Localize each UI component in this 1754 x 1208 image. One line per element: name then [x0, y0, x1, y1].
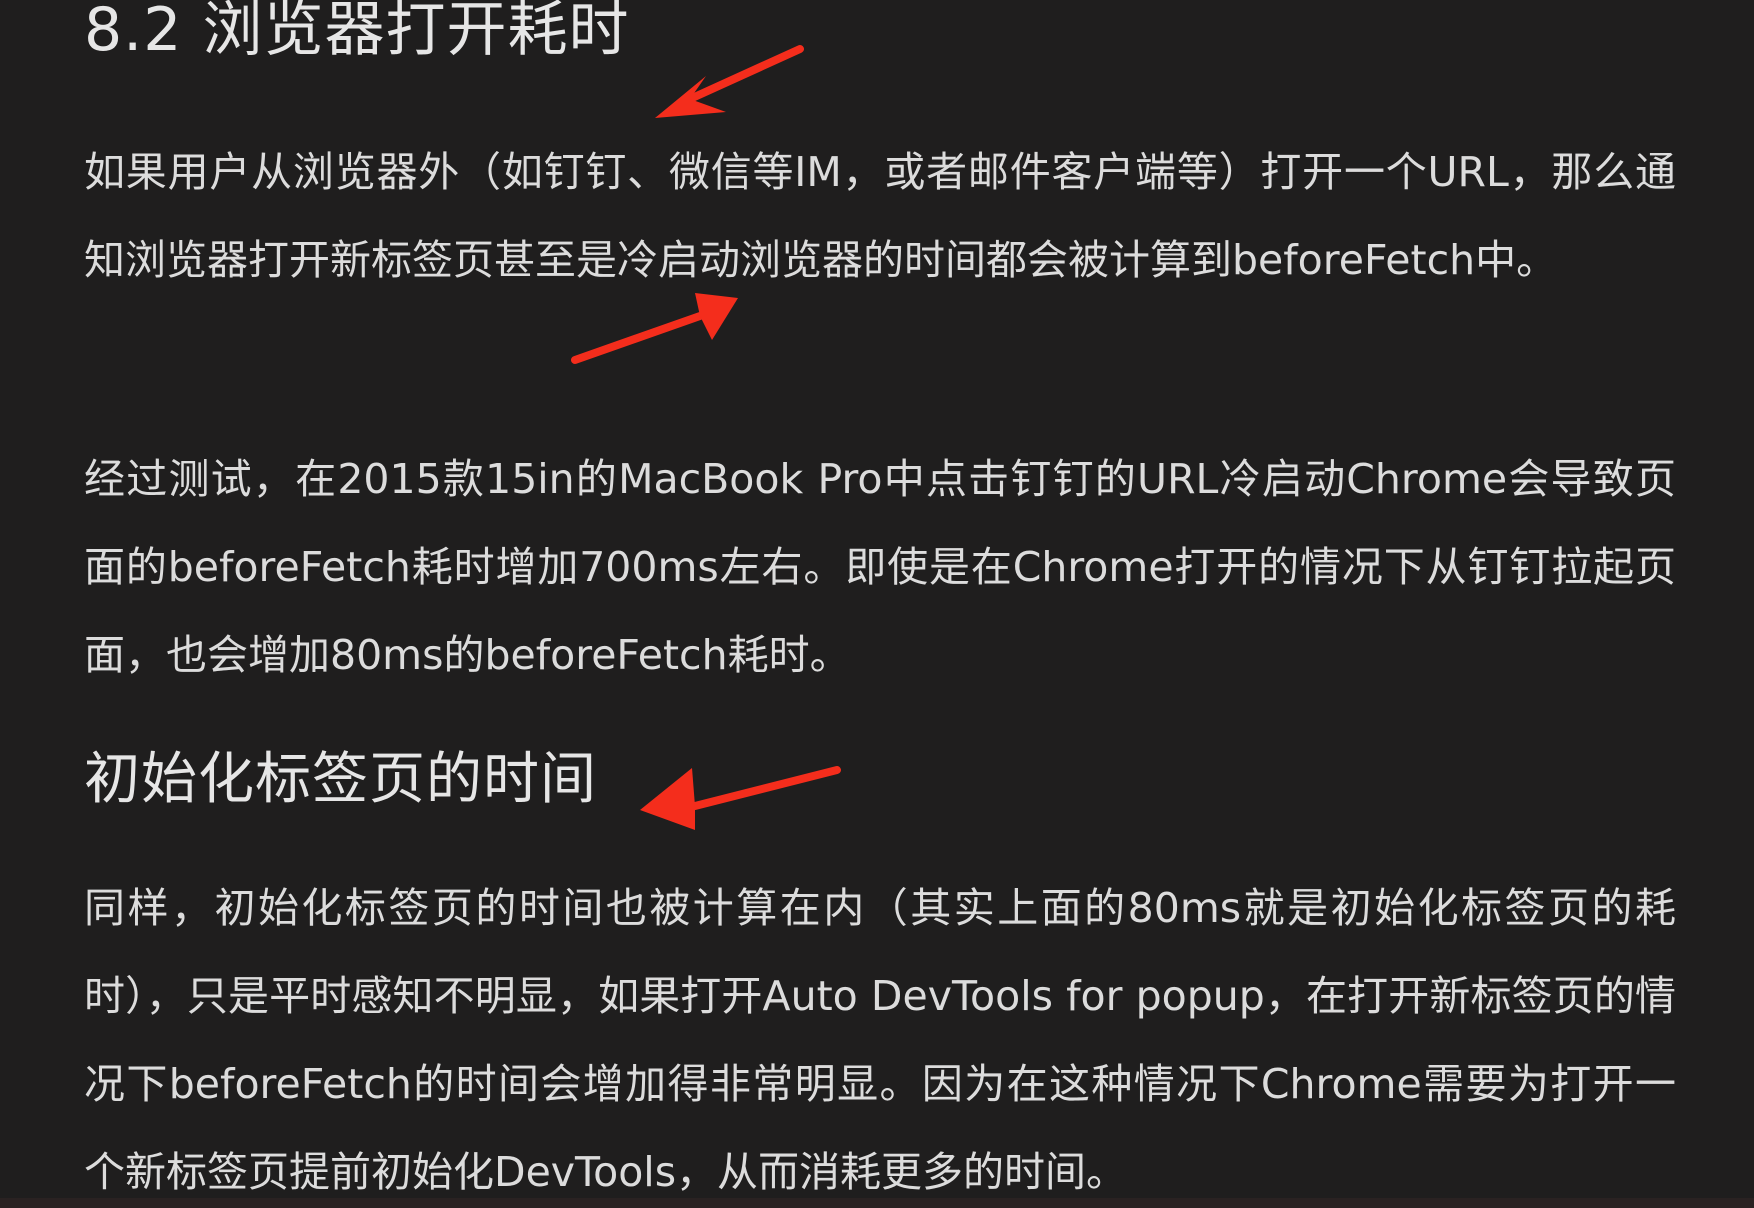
paragraph-test-result: 经过测试，在2015款15in的MacBook Pro中点击钉钉的URL冷启动C…: [84, 455, 1676, 679]
paragraph-browser-open-cost: 如果用户从浏览器外（如钉钉、微信等IM，或者邮件客户端等）打开一个URL，那么通…: [84, 148, 1676, 284]
document-page: 8.2 浏览器打开耗时 如果用户从浏览器外（如钉钉、微信等IM，或者邮件客户端等…: [0, 0, 1754, 1208]
annotation-arrow-1: [655, 45, 804, 118]
bottom-edge-strip: [0, 1198, 1754, 1208]
paragraph-tab-init: 同样，初始化标签页的时间也被计算在内（其实上面的80ms就是初始化标签页的耗时）…: [84, 884, 1676, 1196]
section-heading: 8.2 浏览器打开耗时: [84, 0, 630, 65]
subsection-heading: 初始化标签页的时间: [84, 747, 597, 812]
annotation-arrow-3: [640, 766, 841, 830]
